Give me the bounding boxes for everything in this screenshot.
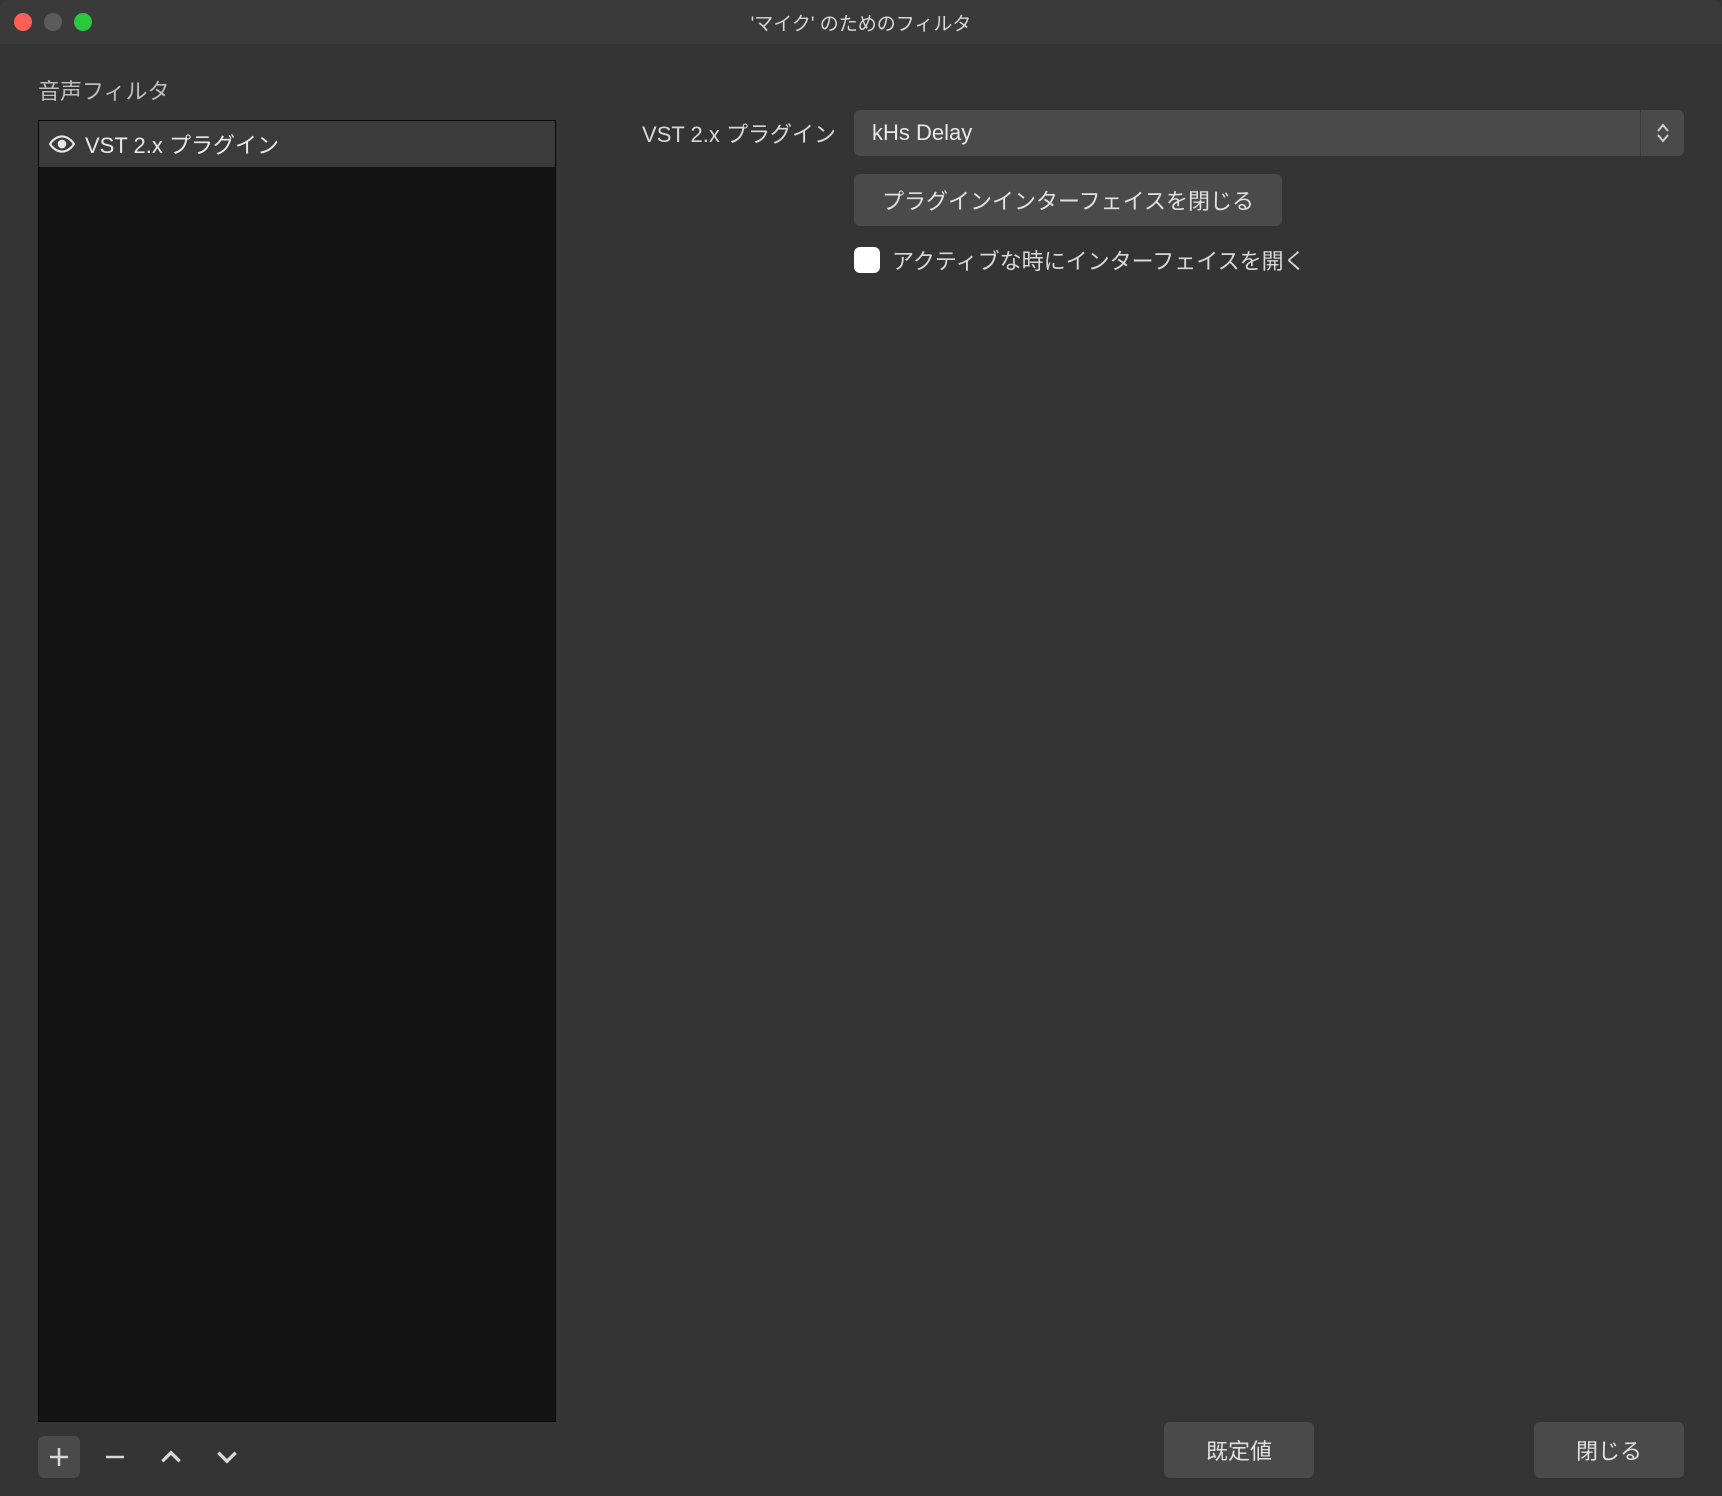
- plugin-select[interactable]: kHs Delay: [854, 110, 1684, 156]
- close-plugin-interface-button[interactable]: プラグインインターフェイスを閉じる: [854, 174, 1282, 226]
- window-controls: [14, 13, 92, 31]
- defaults-button[interactable]: 既定値: [1164, 1422, 1314, 1478]
- remove-filter-button[interactable]: [94, 1436, 136, 1478]
- open-on-active-checkbox[interactable]: [854, 247, 880, 273]
- close-button[interactable]: 閉じる: [1534, 1422, 1684, 1478]
- add-filter-button[interactable]: [38, 1436, 80, 1478]
- zoom-window-icon[interactable]: [74, 13, 92, 31]
- titlebar: 'マイク' のためのフィルタ: [0, 0, 1722, 44]
- stepper-arrows-icon[interactable]: [1640, 110, 1684, 156]
- move-filter-down-button[interactable]: [206, 1436, 248, 1478]
- filter-item-label: VST 2.x プラグイン: [85, 128, 279, 160]
- filter-list-controls: [38, 1436, 248, 1478]
- filter-list-item[interactable]: VST 2.x プラグイン: [39, 121, 555, 167]
- visibility-eye-icon[interactable]: [49, 131, 75, 157]
- filter-list: VST 2.x プラグイン: [38, 120, 556, 1422]
- plugin-select-value: kHs Delay: [854, 110, 1640, 156]
- open-on-active-label: アクティブな時にインターフェイスを開く: [892, 244, 1306, 276]
- move-filter-up-button[interactable]: [150, 1436, 192, 1478]
- minimize-window-icon: [44, 13, 62, 31]
- plugin-select-label: VST 2.x プラグイン: [616, 117, 836, 149]
- window-title: 'マイク' のためのフィルタ: [0, 9, 1722, 36]
- filters-heading: 音声フィルタ: [38, 74, 556, 106]
- close-window-icon[interactable]: [14, 13, 32, 31]
